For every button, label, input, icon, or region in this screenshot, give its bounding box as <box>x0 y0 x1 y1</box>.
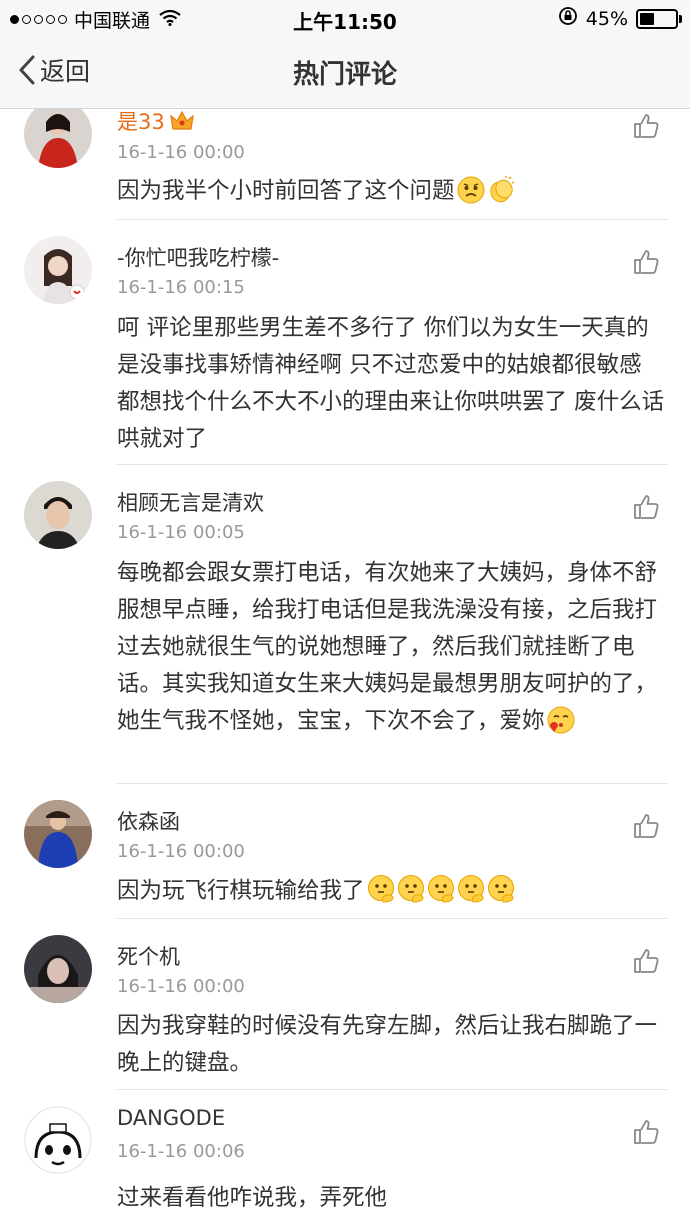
comment-time: 16-1-16 00:06 <box>117 1141 245 1162</box>
username[interactable]: 依森函 <box>117 806 180 836</box>
thinking-face-icon <box>487 874 515 903</box>
battery-fill <box>640 12 654 25</box>
like-icon[interactable] <box>632 947 660 979</box>
avatar[interactable] <box>24 935 92 1003</box>
comment-text: 因为玩飞行棋玩输给我了 <box>117 873 669 910</box>
status-bar: 中国联通 上午11:50 45% <box>0 0 690 36</box>
page-title: 热门评论 <box>292 60 397 90</box>
thinking-face-icon <box>457 874 485 903</box>
comment-time: 16-1-16 00:00 <box>117 841 245 862</box>
like-icon[interactable] <box>632 248 660 280</box>
comment-time: 16-1-16 00:15 <box>117 277 245 298</box>
battery-icon <box>636 8 682 29</box>
comment-text: 呵 评论里那些男生差不多行了 你们以为女生一天真的是没事找事矫情神经啊 只不过恋… <box>117 315 665 452</box>
applause-icon <box>487 176 515 204</box>
divider <box>117 464 668 465</box>
avatar[interactable] <box>24 481 92 549</box>
username[interactable]: 死个机 <box>117 941 180 971</box>
like-icon[interactable] <box>632 812 660 844</box>
vip-crown-icon <box>169 110 195 137</box>
kiss-face-icon <box>547 706 575 734</box>
comment-time: 16-1-16 00:00 <box>117 976 245 997</box>
divider <box>117 918 668 919</box>
avatar[interactable] <box>24 236 92 304</box>
avatar[interactable] <box>24 1106 92 1174</box>
comment-text: 每晚都会跟女票打电话，有次她来了大姨妈，身体不舒服想早点睡，给我打电话但是我洗澡… <box>117 560 658 734</box>
like-icon[interactable] <box>632 112 660 144</box>
comment-time: 16-1-16 00:05 <box>117 522 245 543</box>
navigation-bar: 返回 热门评论 <box>0 36 690 109</box>
thinking-face-icon <box>427 874 455 903</box>
sad-face-icon <box>457 176 485 204</box>
comment-time: 16-1-16 00:00 <box>117 142 245 163</box>
username[interactable]: 相顾无言是清欢 <box>117 487 264 517</box>
like-icon[interactable] <box>632 493 660 525</box>
battery-percent: 45% <box>585 7 628 30</box>
rotation-lock-icon <box>558 6 578 31</box>
username[interactable]: DANGODE <box>117 1106 225 1130</box>
avatar[interactable] <box>24 800 92 868</box>
divider <box>117 219 668 220</box>
username[interactable]: 是33 <box>117 106 195 137</box>
comment-text: 过来看看他咋说我，弄死他 <box>117 1185 388 1211</box>
comment-text: 因为我穿鞋的时候没有先穿左脚，然后让我右脚跪了一晚上的键盘。 <box>117 1013 658 1076</box>
thinking-face-icon <box>397 874 425 903</box>
comment-text: 因为我半个小时前回答了这个问题 <box>117 173 669 210</box>
username[interactable]: -你忙吧我吃柠檬- <box>117 242 279 272</box>
avatar[interactable] <box>24 100 92 168</box>
divider <box>117 783 668 784</box>
thinking-face-icon <box>367 874 395 903</box>
divider <box>117 1089 668 1090</box>
like-icon[interactable] <box>632 1118 660 1150</box>
